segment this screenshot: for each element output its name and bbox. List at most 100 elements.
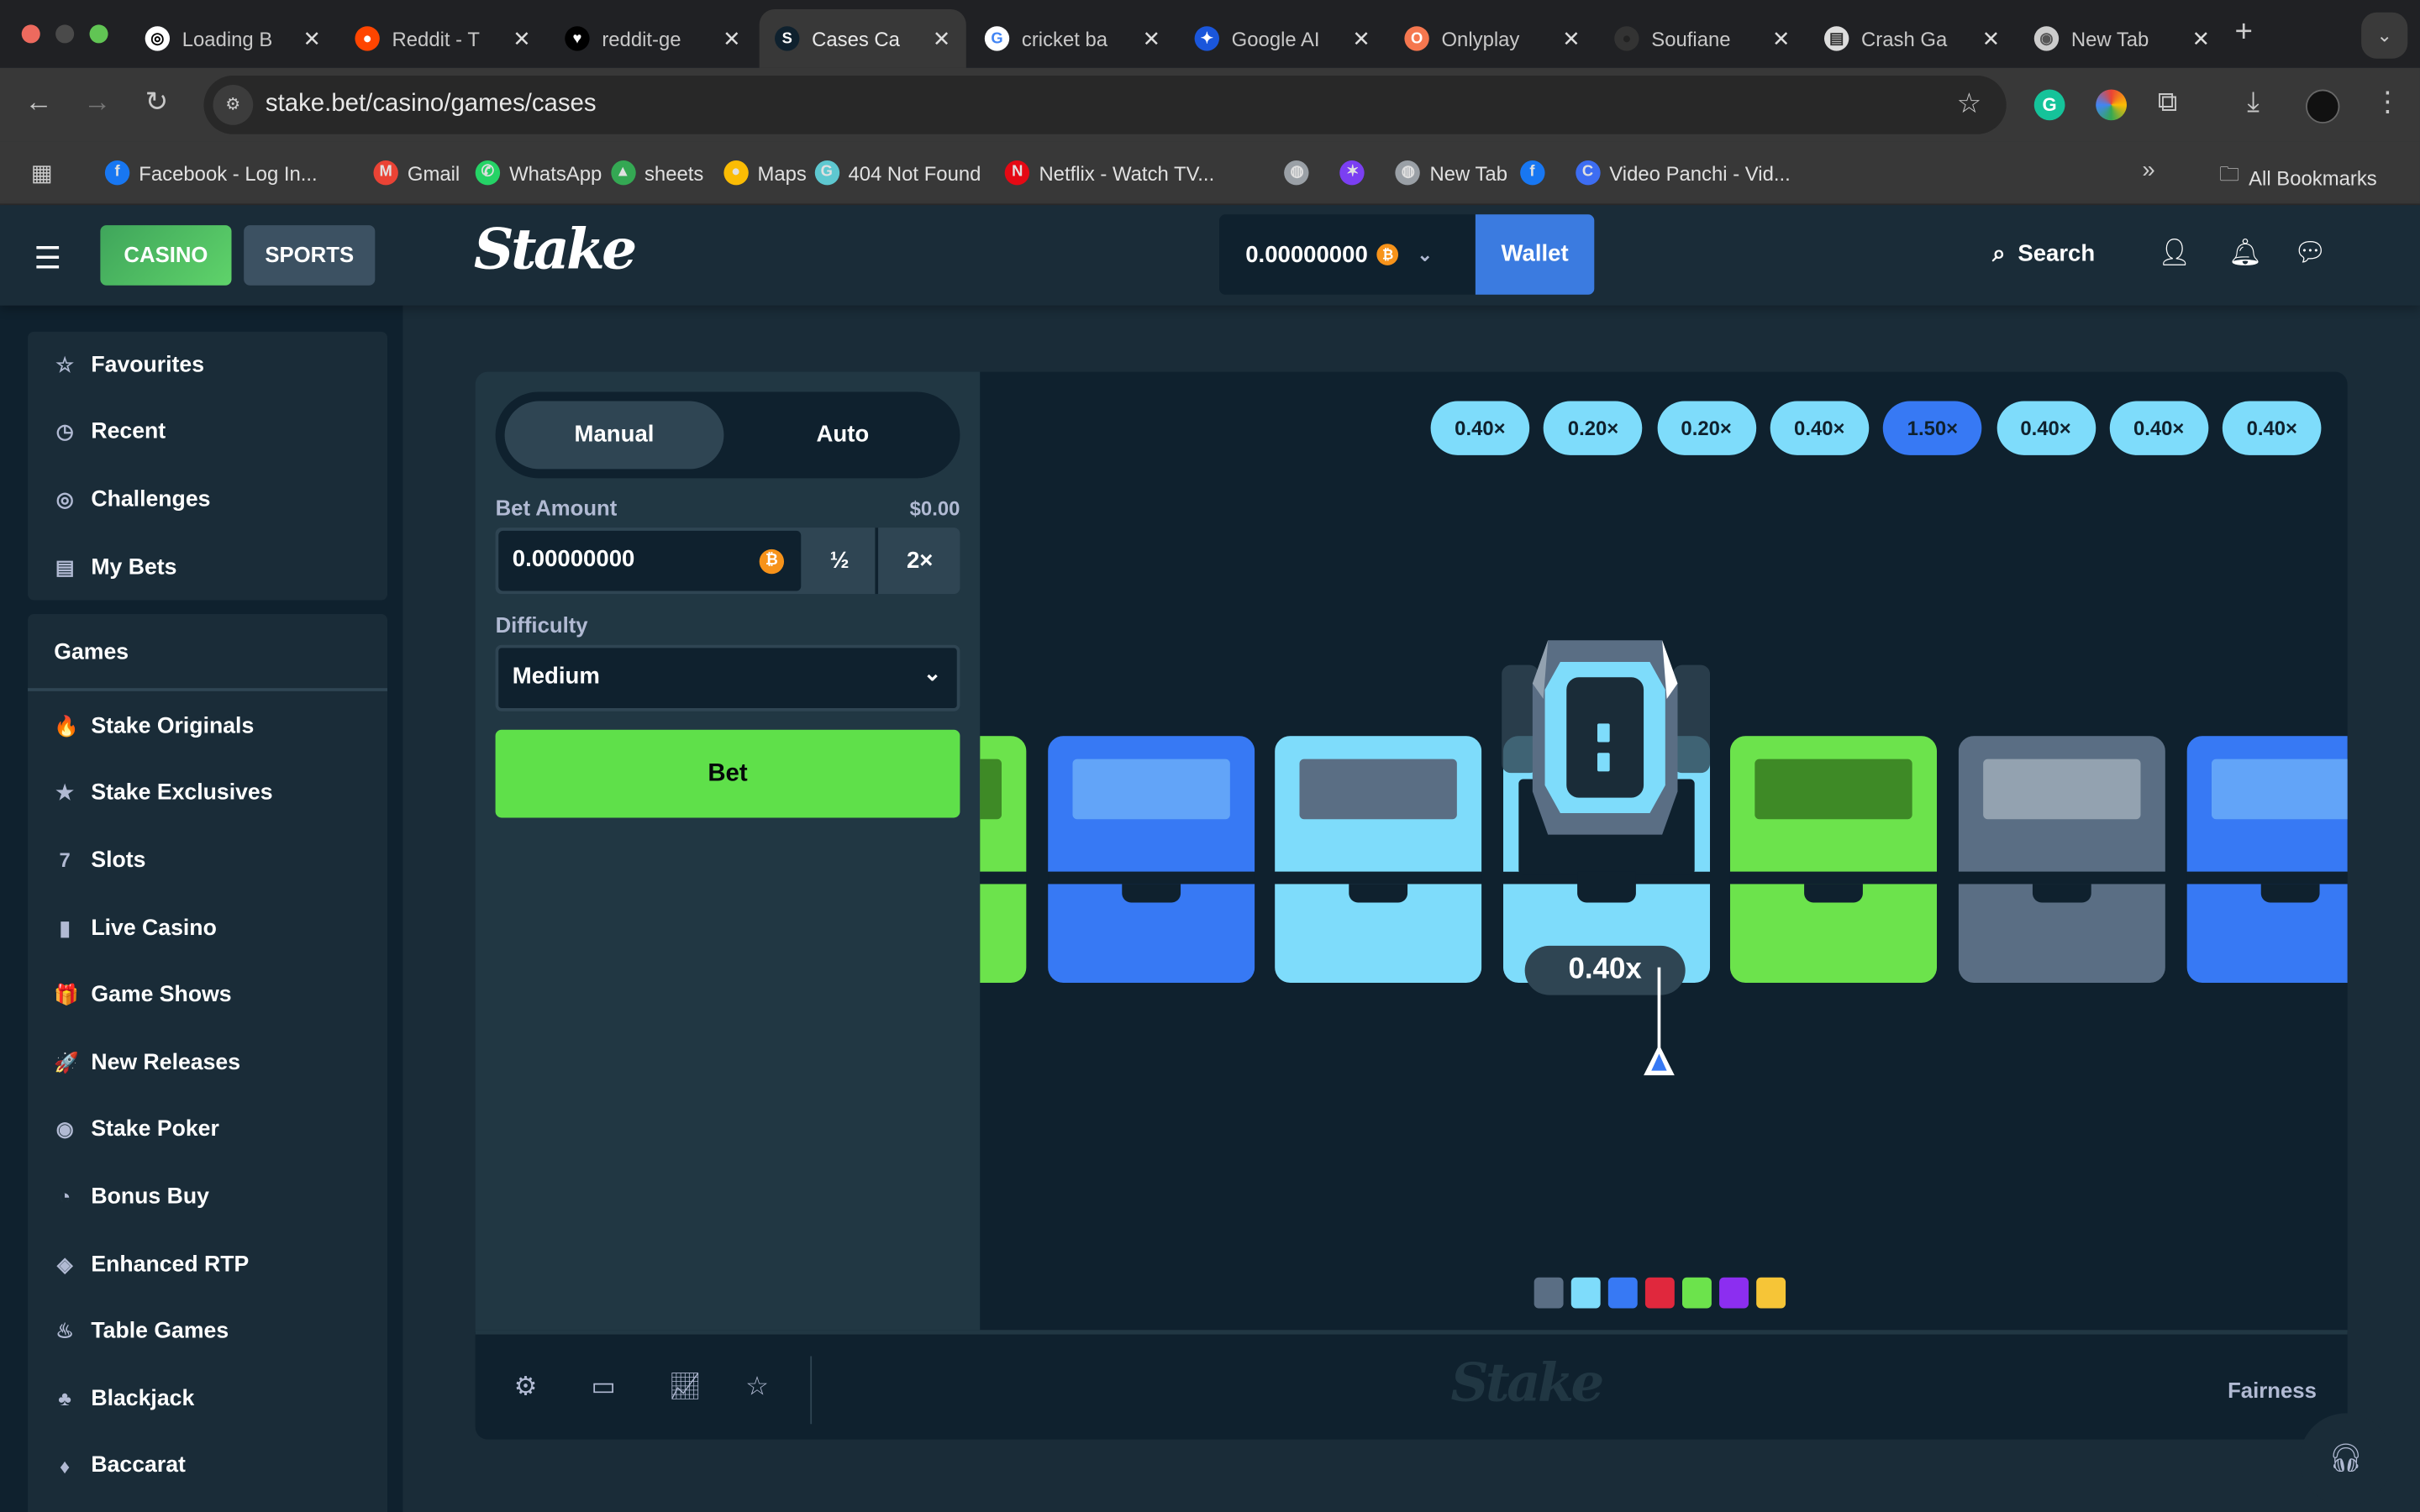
balance-selector[interactable]: 0.00000000 ₿ ⌄ (1218, 214, 1476, 295)
sidebar-item[interactable]: ▮ Live Casino (28, 895, 387, 962)
bookmark-item[interactable]: M Gmail (373, 160, 460, 186)
address-bar[interactable]: ⚙ stake.bet/casino/games/cases ☆ (203, 75, 2007, 134)
history-multiplier-chip[interactable]: 0.20× (1544, 401, 1643, 455)
browser-tab[interactable]: ✦ Google AI ✕ (1179, 9, 1386, 68)
menu-icon[interactable]: ⋮ (2374, 87, 2402, 119)
games-heading[interactable]: Games (28, 614, 388, 691)
extensions-icon[interactable]: ⧉ (2158, 87, 2178, 119)
profile-avatar[interactable] (2306, 89, 2340, 123)
history-multiplier-chip[interactable]: 0.40× (1996, 401, 2096, 455)
user-icon[interactable]: 👤︎ (2158, 238, 2191, 269)
half-bet-button[interactable]: ½ (804, 528, 879, 595)
theatre-mode-icon[interactable]: ▭ (591, 1372, 616, 1403)
bookmark-item[interactable]: C Video Panchi - Vid... (1575, 160, 1791, 186)
bet-amount-input[interactable]: 0.00000000 ₿ (498, 530, 802, 591)
chat-icon[interactable]: 💬︎ (2293, 238, 2327, 269)
sidebar-item[interactable]: ♣ Blackjack (28, 1365, 387, 1432)
bookmark-item[interactable]: f Facebook - Log In... (104, 160, 318, 186)
sidebar-item[interactable]: ◈ Enhanced RTP (28, 1231, 387, 1298)
back-icon[interactable]: ← (24, 87, 52, 119)
tab-auto[interactable]: Auto (733, 402, 952, 470)
hamburger-menu-icon[interactable]: ☰ (34, 239, 61, 278)
site-info-icon[interactable]: ⚙ (213, 85, 254, 125)
sidebar-item[interactable]: ♦ Baccarat (28, 1432, 387, 1499)
close-tab-icon[interactable]: ✕ (723, 25, 741, 51)
live-support-headset-icon[interactable]: 🎧︎ (2299, 1413, 2392, 1506)
minimize-window-button[interactable] (55, 24, 75, 44)
sidebar-item[interactable]: ★ Stake Exclusives (28, 760, 387, 827)
sidebar-item[interactable]: ◉ Stake Poker (28, 1096, 387, 1163)
sports-button[interactable]: SPORTS (244, 225, 376, 286)
close-tab-icon[interactable]: ✕ (302, 25, 321, 51)
history-multiplier-chip[interactable]: 0.40× (2223, 401, 2322, 455)
apps-grid-icon[interactable]: ▦ (31, 159, 53, 186)
sidebar-item[interactable]: ◷ Recent (28, 399, 387, 466)
stake-logo[interactable]: Stake (474, 218, 637, 282)
bet-button[interactable]: Bet (495, 729, 960, 818)
sidebar-item[interactable]: ▤ My Bets (28, 533, 387, 601)
browser-tab[interactable]: ◉ New Tab ✕ (2018, 9, 2225, 68)
bookmark-item[interactable]: N Netflix - Watch TV... (1005, 160, 1214, 186)
notifications-bell-icon[interactable]: 🔔︎ (2228, 238, 2262, 269)
history-multiplier-chip[interactable]: 0.40× (2109, 401, 2208, 455)
history-multiplier-chip[interactable]: 0.20× (1656, 401, 1756, 455)
tab-search-button[interactable]: ⌄ (2361, 12, 2408, 59)
close-tab-icon[interactable]: ✕ (1772, 25, 1791, 51)
sidebar-item[interactable]: 🎁 Game Shows (28, 962, 387, 1029)
browser-tab[interactable]: ♥ reddit-ge ✕ (550, 9, 756, 68)
favourite-star-icon[interactable]: ☆ (745, 1372, 769, 1403)
browser-tab[interactable]: O Onlyplay ✕ (1389, 9, 1596, 68)
close-window-button[interactable] (21, 24, 40, 44)
close-tab-icon[interactable]: ✕ (2192, 25, 2211, 51)
difficulty-select[interactable]: Medium ⌄ (495, 644, 960, 711)
bookmark-item[interactable]: ✆ WhatsApp (475, 160, 602, 186)
close-tab-icon[interactable]: ✕ (1562, 25, 1581, 51)
bookmark-item[interactable]: ✶ (1339, 160, 1365, 186)
close-tab-icon[interactable]: ✕ (1352, 25, 1370, 51)
close-tab-icon[interactable]: ✕ (933, 25, 951, 51)
close-tab-icon[interactable]: ✕ (513, 25, 531, 51)
sidebar-item[interactable]: ◎ Challenges (28, 466, 387, 533)
fairness-link[interactable]: Fairness (2228, 1378, 2317, 1402)
tab-manual[interactable]: Manual (504, 401, 724, 470)
history-multiplier-chip[interactable]: 0.40× (1430, 401, 1530, 455)
browser-tab[interactable]: ▤ Crash Ga ✕ (1809, 9, 2016, 68)
download-icon[interactable]: ⤓ (2247, 87, 2260, 119)
casino-button[interactable]: CASINO (100, 225, 232, 286)
close-tab-icon[interactable]: ✕ (1143, 25, 1161, 51)
sidebar-item[interactable]: ◔ Bonus Buy (28, 1163, 387, 1231)
browser-tab[interactable]: Gcricket ba ✕ (969, 9, 1176, 68)
maximize-window-button[interactable] (89, 24, 108, 44)
bookmark-item[interactable]: ▲ sheets (610, 160, 703, 186)
sidebar-item[interactable]: 🚀 New Releases (28, 1029, 387, 1096)
browser-tab[interactable]: ● Reddit - T ✕ (339, 9, 546, 68)
sidebar-item[interactable]: 7 Slots (28, 827, 387, 895)
more-bookmarks-icon[interactable]: » (2142, 157, 2154, 183)
new-tab-button[interactable]: + (2235, 15, 2253, 50)
sidebar-item[interactable]: 🔥 Stake Originals (28, 693, 387, 760)
bookmark-item[interactable]: ◍ (1284, 160, 1310, 186)
grammarly-extension-icon[interactable]: G (2033, 89, 2065, 121)
bookmark-item[interactable]: ◍ New Tab (1396, 160, 1507, 186)
sidebar-item[interactable]: ♨ Table Games (28, 1298, 387, 1365)
wallet-button[interactable]: Wallet (1475, 214, 1595, 295)
browser-tab[interactable]: S Cases Ca ✕ (759, 9, 966, 68)
search-button[interactable]: ⌕ Search (1992, 241, 2095, 267)
bookmark-item[interactable]: ● Maps (723, 160, 807, 186)
bookmark-star-icon[interactable]: ☆ (1957, 88, 1982, 121)
history-multiplier-chip[interactable]: 1.50× (1883, 401, 1982, 455)
stats-chart-icon[interactable]: 📈︎ (668, 1372, 702, 1403)
bookmark-item[interactable]: f (1519, 160, 1545, 186)
color-extension-icon[interactable] (2096, 89, 2127, 121)
settings-gear-icon[interactable]: ⚙ (514, 1372, 538, 1403)
browser-tab[interactable]: ● Soufiane ✕ (1599, 9, 1806, 68)
double-bet-button[interactable]: 2× (881, 528, 959, 594)
history-multiplier-chip[interactable]: 0.40× (1770, 401, 1870, 455)
bookmark-item[interactable]: G 404 Not Found (814, 160, 981, 186)
browser-tab[interactable]: ◎ Loading B ✕ (129, 9, 336, 68)
forward-icon[interactable]: → (83, 87, 111, 119)
sidebar-item[interactable]: ☆ Favourites (28, 332, 387, 399)
close-tab-icon[interactable]: ✕ (1982, 25, 2001, 51)
reload-icon[interactable]: ↻ (145, 87, 169, 119)
all-bookmarks[interactable]: 🗀 All Bookmarks (2219, 160, 2377, 194)
